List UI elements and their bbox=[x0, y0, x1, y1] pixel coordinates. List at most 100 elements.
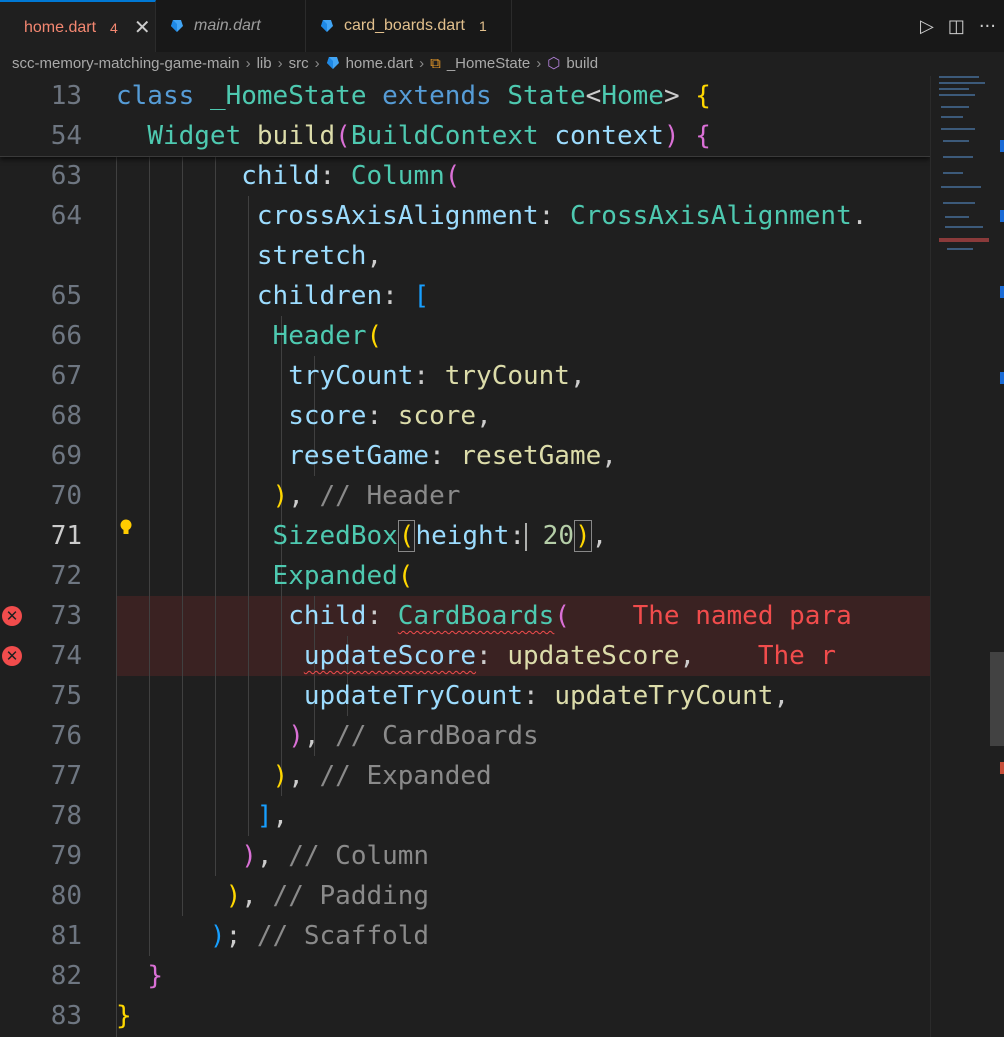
sticky-scroll-header[interactable]: 13 class _HomeState extends State<Home> … bbox=[0, 76, 930, 157]
code-line: 75 updateTryCount: updateTryCount, bbox=[0, 676, 930, 716]
code-line: 83 } bbox=[0, 996, 930, 1036]
minimap-line bbox=[941, 116, 963, 118]
code-text: ), // Column bbox=[241, 841, 430, 871]
split-editor-icon[interactable]: ◫ bbox=[948, 16, 965, 37]
minimap-line bbox=[943, 156, 973, 158]
code-line: 65 children: [ bbox=[0, 276, 930, 316]
scrollbar-marker bbox=[1000, 210, 1004, 222]
code-text: tryCount: tryCount, bbox=[288, 361, 586, 391]
code-text: ], bbox=[256, 801, 289, 831]
minimap-line bbox=[945, 216, 969, 218]
code-text: ), // Header bbox=[272, 481, 461, 511]
minimap-line bbox=[947, 248, 973, 250]
class-symbol-icon: ⧉ bbox=[430, 54, 441, 72]
code-line: 70 ), // Header bbox=[0, 476, 930, 516]
code-text: Widget build(BuildContext context) { bbox=[147, 121, 711, 151]
line-number: 82 bbox=[50, 961, 82, 991]
method-symbol-icon: ⬡ bbox=[547, 55, 561, 72]
code-text: ), // Expanded bbox=[272, 761, 492, 791]
problem-count-badge: 1 bbox=[478, 18, 487, 34]
chevron-right-icon: › bbox=[245, 54, 251, 72]
scrollbar-marker bbox=[1000, 372, 1004, 384]
line-number: 77 bbox=[50, 761, 82, 791]
scrollbar-error-marker bbox=[1000, 762, 1004, 774]
code-text: SizedBox(height: 20), bbox=[272, 520, 608, 552]
code-line-error: ✕ 74 updateScore: updateScore, The r bbox=[0, 636, 930, 676]
line-number: 80 bbox=[50, 881, 82, 911]
minimap-line bbox=[941, 186, 981, 188]
code-line: 68 score: score, bbox=[0, 396, 930, 436]
breadcrumb: scc-memory-matching-game-main › lib › sr… bbox=[0, 52, 1004, 74]
minimap-error-line bbox=[939, 238, 989, 242]
code-line: 54 Widget build(BuildContext context) { bbox=[0, 116, 930, 156]
breadcrumb-method[interactable]: ⬡ build bbox=[547, 54, 599, 73]
line-number: 13 bbox=[50, 81, 82, 111]
run-icon[interactable]: ▷ bbox=[920, 16, 934, 37]
scrollbar-thumb[interactable] bbox=[990, 652, 1004, 746]
tab-home-dart[interactable]: home.dart 4 ✕ bbox=[0, 0, 156, 53]
editor-tab-bar: home.dart 4 ✕ main.dart card_boards.dart… bbox=[0, 0, 1004, 53]
tab-label: home.dart bbox=[24, 18, 97, 36]
breadcrumb-folder[interactable]: lib bbox=[257, 55, 272, 72]
tab-card-boards-dart[interactable]: card_boards.dart 1 bbox=[306, 0, 512, 52]
code-line: 81 ); // Scaffold bbox=[0, 916, 930, 956]
code-text: resetGame: resetGame, bbox=[288, 441, 617, 471]
editor-actions: ▷ ◫ ··· bbox=[920, 0, 996, 52]
breadcrumb-class[interactable]: ⧉ _HomeState bbox=[430, 55, 530, 72]
line-number: 67 bbox=[50, 361, 82, 391]
minimap-line bbox=[939, 88, 969, 90]
vertical-scrollbar[interactable] bbox=[990, 76, 1004, 1037]
chevron-right-icon: › bbox=[277, 54, 283, 72]
dart-file-icon bbox=[321, 20, 333, 32]
breadcrumb-label: home.dart bbox=[345, 54, 414, 72]
inline-error-message: The named para bbox=[632, 601, 852, 631]
minimap-line bbox=[941, 128, 975, 130]
line-number: 79 bbox=[50, 841, 82, 871]
inline-error-message: The r bbox=[757, 641, 837, 671]
code-text: child: CardBoards( The named para bbox=[288, 601, 852, 631]
line-number: 76 bbox=[50, 721, 82, 751]
minimap-line bbox=[943, 172, 963, 174]
more-actions-icon[interactable]: ··· bbox=[979, 16, 996, 37]
code-line: 79 ), // Column bbox=[0, 836, 930, 876]
code-line: 67 tryCount: tryCount, bbox=[0, 356, 930, 396]
dart-file-icon bbox=[326, 57, 339, 69]
line-number: 63 bbox=[50, 161, 82, 191]
line-number: 66 bbox=[50, 321, 82, 351]
breadcrumb-label: _HomeState bbox=[446, 54, 531, 72]
code-text: } bbox=[147, 961, 163, 991]
line-number: 74 bbox=[50, 641, 82, 671]
minimap-line bbox=[939, 94, 975, 96]
chevron-right-icon: › bbox=[314, 54, 320, 72]
line-number: 83 bbox=[50, 1001, 82, 1031]
code-line-error: ✕ 73 child: CardBoards( The named para bbox=[0, 596, 930, 636]
line-number: 81 bbox=[50, 921, 82, 951]
code-line: 66 Header( bbox=[0, 316, 930, 356]
code-line: 76 ), // CardBoards bbox=[0, 716, 930, 756]
code-text: updateTryCount: updateTryCount, bbox=[303, 681, 790, 711]
code-text: ), // Padding bbox=[225, 881, 430, 911]
tab-main-dart[interactable]: main.dart bbox=[156, 0, 306, 52]
chevron-right-icon: › bbox=[536, 54, 542, 72]
minimap-line bbox=[939, 82, 985, 84]
breadcrumb-file[interactable]: home.dart bbox=[326, 54, 414, 72]
code-line: 69 resetGame: resetGame, bbox=[0, 436, 930, 476]
code-text: stretch, bbox=[256, 241, 383, 271]
line-number: 72 bbox=[50, 561, 82, 591]
code-text: crossAxisAlignment: CrossAxisAlignment. bbox=[256, 201, 868, 231]
line-number: 71 bbox=[50, 521, 82, 551]
tab-label: card_boards.dart bbox=[344, 17, 465, 34]
close-icon[interactable]: ✕ bbox=[134, 15, 151, 40]
breadcrumb-label: build bbox=[566, 54, 599, 72]
minimap[interactable] bbox=[930, 76, 991, 1037]
tab-label: main.dart bbox=[194, 17, 261, 34]
code-line: 82 } bbox=[0, 956, 930, 996]
code-line: 63 child: Column( bbox=[0, 156, 930, 196]
code-text: Header( bbox=[272, 321, 383, 351]
minimap-line bbox=[939, 76, 979, 78]
code-editor[interactable]: 13 class _HomeState extends State<Home> … bbox=[0, 76, 930, 1037]
code-line: 72 Expanded( bbox=[0, 556, 930, 596]
problem-count-badge: 4 bbox=[110, 19, 118, 36]
breadcrumb-folder[interactable]: scc-memory-matching-game-main bbox=[12, 55, 240, 72]
breadcrumb-folder[interactable]: src bbox=[289, 55, 309, 72]
